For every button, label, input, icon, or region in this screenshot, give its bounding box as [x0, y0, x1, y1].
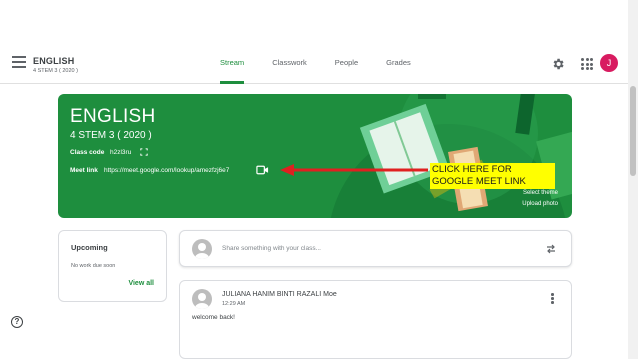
- tab-bar: Stream Classwork People Grades: [220, 44, 439, 84]
- meet-link-label: Meet link: [70, 167, 98, 174]
- tab-stream[interactable]: Stream: [220, 44, 245, 84]
- fullscreen-icon[interactable]: [140, 148, 148, 156]
- annotation-arrow: [280, 164, 428, 176]
- menu-icon[interactable]: [12, 56, 26, 68]
- share-input[interactable]: Share something with your class...: [222, 245, 321, 252]
- help-icon[interactable]: ?: [11, 316, 23, 328]
- tab-grades[interactable]: Grades: [386, 44, 411, 84]
- repost-icon[interactable]: [545, 243, 557, 255]
- tab-people[interactable]: People: [335, 44, 358, 84]
- banner-illustration: [330, 94, 572, 218]
- meet-link[interactable]: https://meet.google.com/lookup/amezfzj6e…: [104, 167, 229, 174]
- stream-post: JULIANA HANIM BINTI RAZALI Moe 12:29 AM …: [179, 280, 572, 359]
- upcoming-title: Upcoming: [71, 243, 108, 252]
- annotation-callout: CLICK HERE FOR GOOGLE MEET LINK: [430, 163, 555, 189]
- course-subtitle: 4 STEM 3 ( 2020 ): [33, 68, 78, 74]
- class-code-value: h2zl3ru: [110, 149, 132, 156]
- post-time: 12:29 AM: [222, 301, 246, 307]
- upload-photo-link[interactable]: Upload photo: [522, 201, 558, 207]
- select-theme-link[interactable]: Select theme: [523, 190, 558, 196]
- upcoming-empty-text: No work due soon: [71, 263, 116, 269]
- share-box[interactable]: Share something with your class...: [179, 230, 572, 267]
- upcoming-card: Upcoming No work due soon View all: [58, 230, 167, 302]
- author-avatar: [192, 289, 212, 309]
- more-vert-icon[interactable]: [551, 293, 555, 305]
- gear-icon[interactable]: [551, 57, 565, 71]
- view-all-link[interactable]: View all: [128, 280, 154, 287]
- video-icon[interactable]: [256, 165, 269, 175]
- top-app-bar: ENGLISH 4 STEM 3 ( 2020 ) Stream Classwo…: [0, 44, 628, 84]
- post-body: welcome back!: [192, 314, 235, 321]
- user-avatar: [192, 239, 212, 259]
- tab-classwork[interactable]: Classwork: [272, 44, 307, 84]
- class-code-label: Class code: [70, 149, 105, 156]
- class-banner: ENGLISH 4 STEM 3 ( 2020 ) Class code h2z…: [58, 94, 572, 218]
- avatar[interactable]: J: [600, 54, 618, 72]
- scrollbar[interactable]: [628, 0, 638, 359]
- course-title[interactable]: ENGLISH: [33, 56, 74, 66]
- banner-course-title: ENGLISH: [70, 106, 156, 127]
- post-author: JULIANA HANIM BINTI RAZALI Moe: [222, 291, 337, 298]
- scrollbar-thumb[interactable]: [630, 86, 636, 176]
- apps-icon[interactable]: [581, 58, 593, 70]
- banner-course-section: 4 STEM 3 ( 2020 ): [70, 130, 152, 141]
